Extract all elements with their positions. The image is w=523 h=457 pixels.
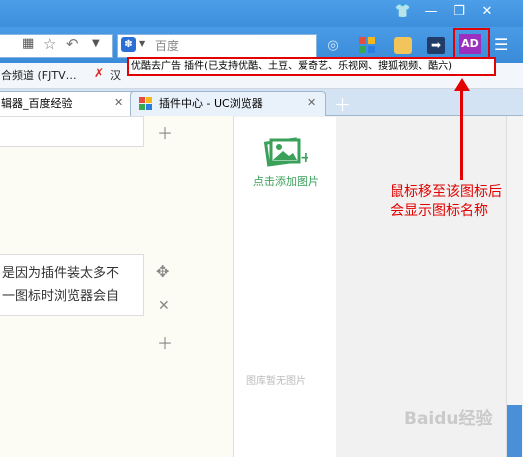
- add-image-label[interactable]: 点击添加图片: [253, 173, 319, 189]
- apps-grid-icon[interactable]: [359, 37, 376, 54]
- tab-plugin-center[interactable]: 插件中心 - UC浏览器: [130, 91, 326, 116]
- arrow-right-icon[interactable]: ➡: [427, 37, 445, 54]
- tab-label: 辑器_百度经验: [1, 97, 73, 110]
- tab-close-icon[interactable]: ✕: [114, 96, 123, 109]
- restore-button[interactable]: ❐: [450, 4, 468, 20]
- search-engine-label: 百度: [155, 39, 180, 53]
- plugin-center-icon: [139, 97, 152, 110]
- editor-box-top[interactable]: [0, 116, 144, 147]
- chevron-down-icon[interactable]: ▼: [92, 38, 100, 49]
- search-input[interactable]: [117, 34, 317, 58]
- add-icon[interactable]: ＋: [157, 330, 173, 354]
- engine-dropdown-icon[interactable]: ▼: [139, 39, 145, 48]
- move-icon[interactable]: ✥: [156, 262, 169, 281]
- editor-text-box[interactable]: 是因为插件装太多不 一图标时浏览器会自: [0, 254, 144, 316]
- add-image-icon[interactable]: +: [264, 136, 308, 168]
- adblock-extension-icon[interactable]: AD: [459, 34, 481, 54]
- bookmark-item[interactable]: 汉: [110, 67, 121, 83]
- annotation-text: 会显示图标名称: [390, 203, 488, 219]
- add-icon[interactable]: ＋: [157, 120, 173, 144]
- editor-line: 是因为插件装太多不: [2, 266, 120, 281]
- shirt-icon[interactable]: 👕: [394, 4, 412, 20]
- bookmark-logo-icon: ✗: [94, 66, 105, 80]
- star-icon[interactable]: ☆: [43, 35, 56, 53]
- delete-icon[interactable]: ✕: [158, 298, 170, 314]
- baidu-paw-icon[interactable]: ✽: [121, 37, 136, 52]
- minimize-button[interactable]: —: [422, 4, 440, 20]
- tab-label: 插件中心 - UC浏览器: [159, 97, 263, 110]
- extension-tooltip: 优酷去广告 插件(已支持优酷、土豆、爱奇艺、乐视网、搜狐视频、酷六): [127, 57, 496, 76]
- title-bar: [0, 0, 523, 27]
- scrollbar-thumb[interactable]: [507, 405, 522, 457]
- menu-icon[interactable]: ☰: [494, 35, 508, 54]
- notes-icon[interactable]: [394, 37, 412, 54]
- bookmark-item[interactable]: 合频道 (FJTV…: [1, 67, 77, 83]
- new-tab-button[interactable]: ＋: [334, 91, 351, 116]
- annotation-text: 鼠标移至该图标后: [390, 184, 502, 200]
- add-image-column: [234, 117, 336, 457]
- empty-gallery-label: 图库暂无图片: [246, 376, 306, 387]
- svg-text:+: +: [300, 150, 308, 166]
- close-button[interactable]: ✕: [478, 4, 496, 20]
- annotation-arrow-shaft: [460, 88, 463, 180]
- undo-icon[interactable]: ↶: [66, 35, 79, 53]
- watermark: Baidu经验: [404, 409, 493, 429]
- wifi-icon[interactable]: ◎: [323, 36, 343, 55]
- editor-line: 一图标时浏览器会自: [2, 289, 120, 304]
- qr-code-icon[interactable]: ▦: [22, 36, 34, 51]
- annotation-arrow-head: [454, 78, 470, 91]
- tab-close-icon[interactable]: ✕: [307, 96, 316, 109]
